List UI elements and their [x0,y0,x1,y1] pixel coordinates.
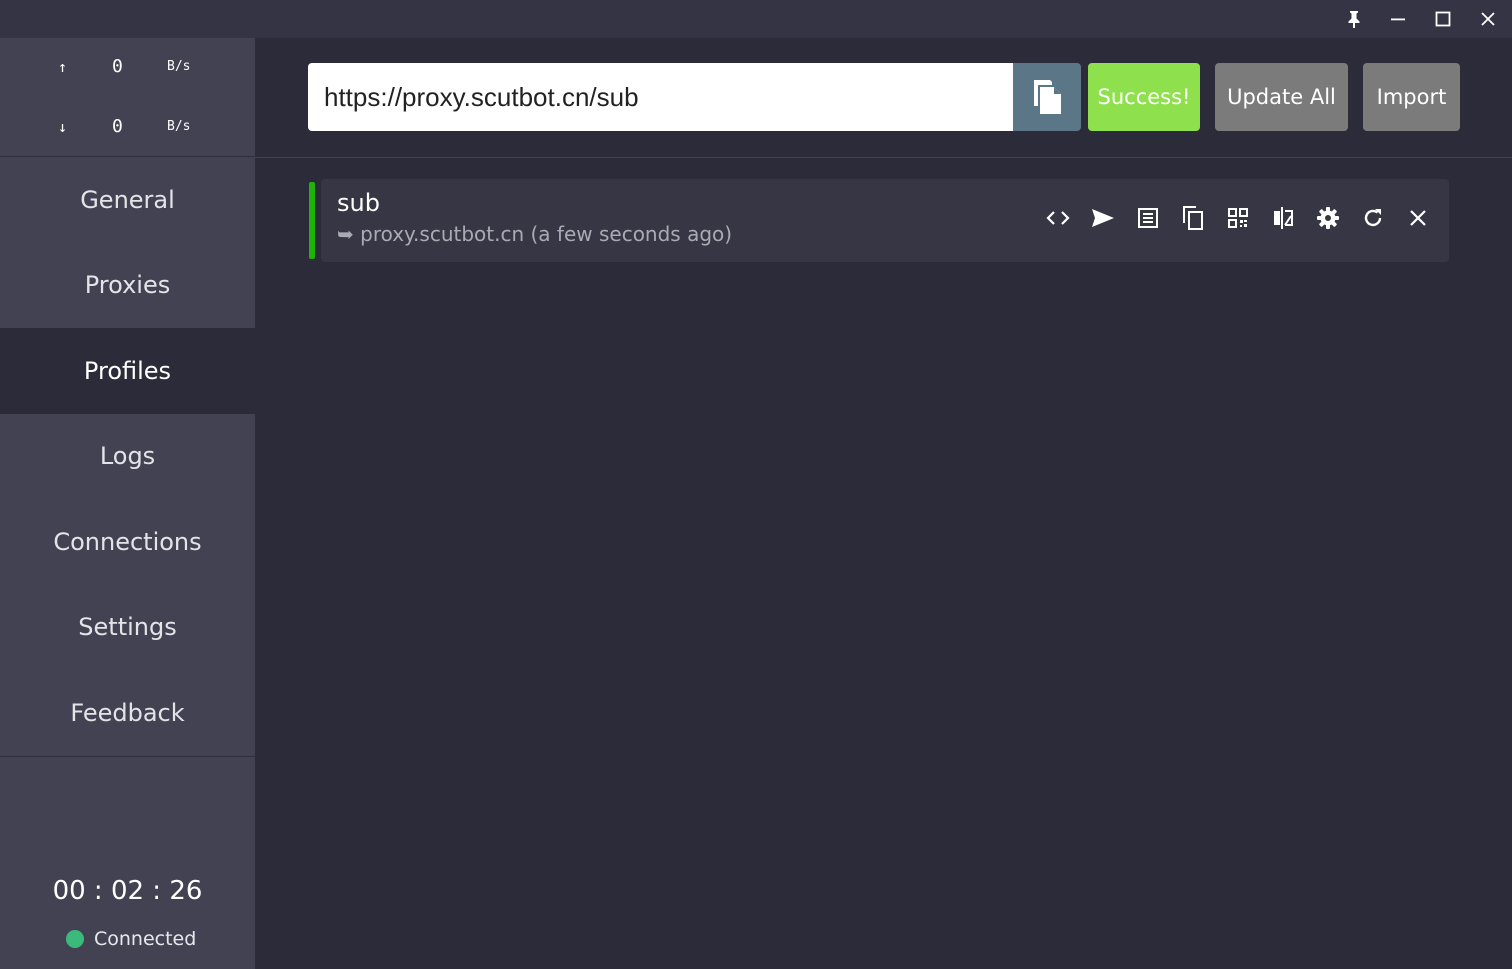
paste-button[interactable] [1013,63,1081,131]
nav-item-profiles[interactable]: Profiles [0,328,255,414]
nav-item-proxies[interactable]: Proxies [0,243,255,329]
traffic-panel: ↑ 0 B/s ↓ 0 B/s [0,38,255,157]
profile-name: sub [337,189,380,217]
upload-unit: B/s [167,59,191,74]
header-divider [255,157,1512,158]
copy-icon[interactable] [1170,203,1215,233]
close-icon[interactable] [1466,0,1510,38]
profile-card-body[interactable]: sub ➥ proxy.scutbot.cn (a few seconds ag… [321,179,1449,262]
profile-actions [1035,203,1440,233]
download-arrow-icon: ↓ [58,118,68,136]
profile-source: ➥ proxy.scutbot.cn (a few seconds ago) [337,222,732,246]
upload-speed: ↑ 0 B/s [0,52,255,82]
sidebar-divider [0,756,255,757]
code-icon[interactable] [1035,203,1080,233]
update-all-button[interactable]: Update All [1215,63,1348,131]
gear-icon[interactable] [1305,203,1350,233]
import-button[interactable]: Import [1363,63,1460,131]
download-speed: ↓ 0 B/s [0,112,255,142]
refresh-icon[interactable] [1350,203,1395,233]
link-arrow-icon: ➥ [337,222,354,246]
profile-card[interactable]: sub ➥ proxy.scutbot.cn (a few seconds ag… [309,179,1449,262]
qr-code-icon[interactable] [1215,203,1260,233]
close-icon[interactable] [1395,203,1440,233]
nav-item-settings[interactable]: Settings [0,585,255,671]
title-bar [0,0,1512,38]
subscription-url-input[interactable] [308,63,1013,131]
active-profile-indicator [309,182,315,259]
upload-arrow-icon: ↑ [58,58,68,76]
sidebar-nav: General Proxies Profiles Logs Connection… [0,157,255,756]
upload-value: 0 [112,56,123,77]
pin-icon[interactable] [1332,0,1376,38]
nav-item-logs[interactable]: Logs [0,414,255,500]
send-icon[interactable] [1080,203,1125,233]
download-unit: B/s [167,119,191,134]
sidebar: ↑ 0 B/s ↓ 0 B/s General Proxies Profiles… [0,38,255,969]
compare-icon[interactable] [1260,203,1305,233]
uptime-timer: 00 : 02 : 26 [52,876,203,906]
minimize-icon[interactable] [1376,0,1420,38]
list-icon[interactable] [1125,203,1170,233]
profile-source-text: proxy.scutbot.cn (a few seconds ago) [360,222,733,246]
connection-status: Connected [66,928,196,950]
nav-item-connections[interactable]: Connections [0,499,255,585]
status-dot-icon [66,930,84,948]
success-button[interactable]: Success! [1088,63,1200,131]
nav-item-general[interactable]: General [0,157,255,243]
paste-icon [1034,80,1061,114]
download-value: 0 [112,116,123,137]
maximize-icon[interactable] [1421,0,1465,38]
status-label: Connected [94,928,197,950]
nav-item-feedback[interactable]: Feedback [0,670,255,756]
